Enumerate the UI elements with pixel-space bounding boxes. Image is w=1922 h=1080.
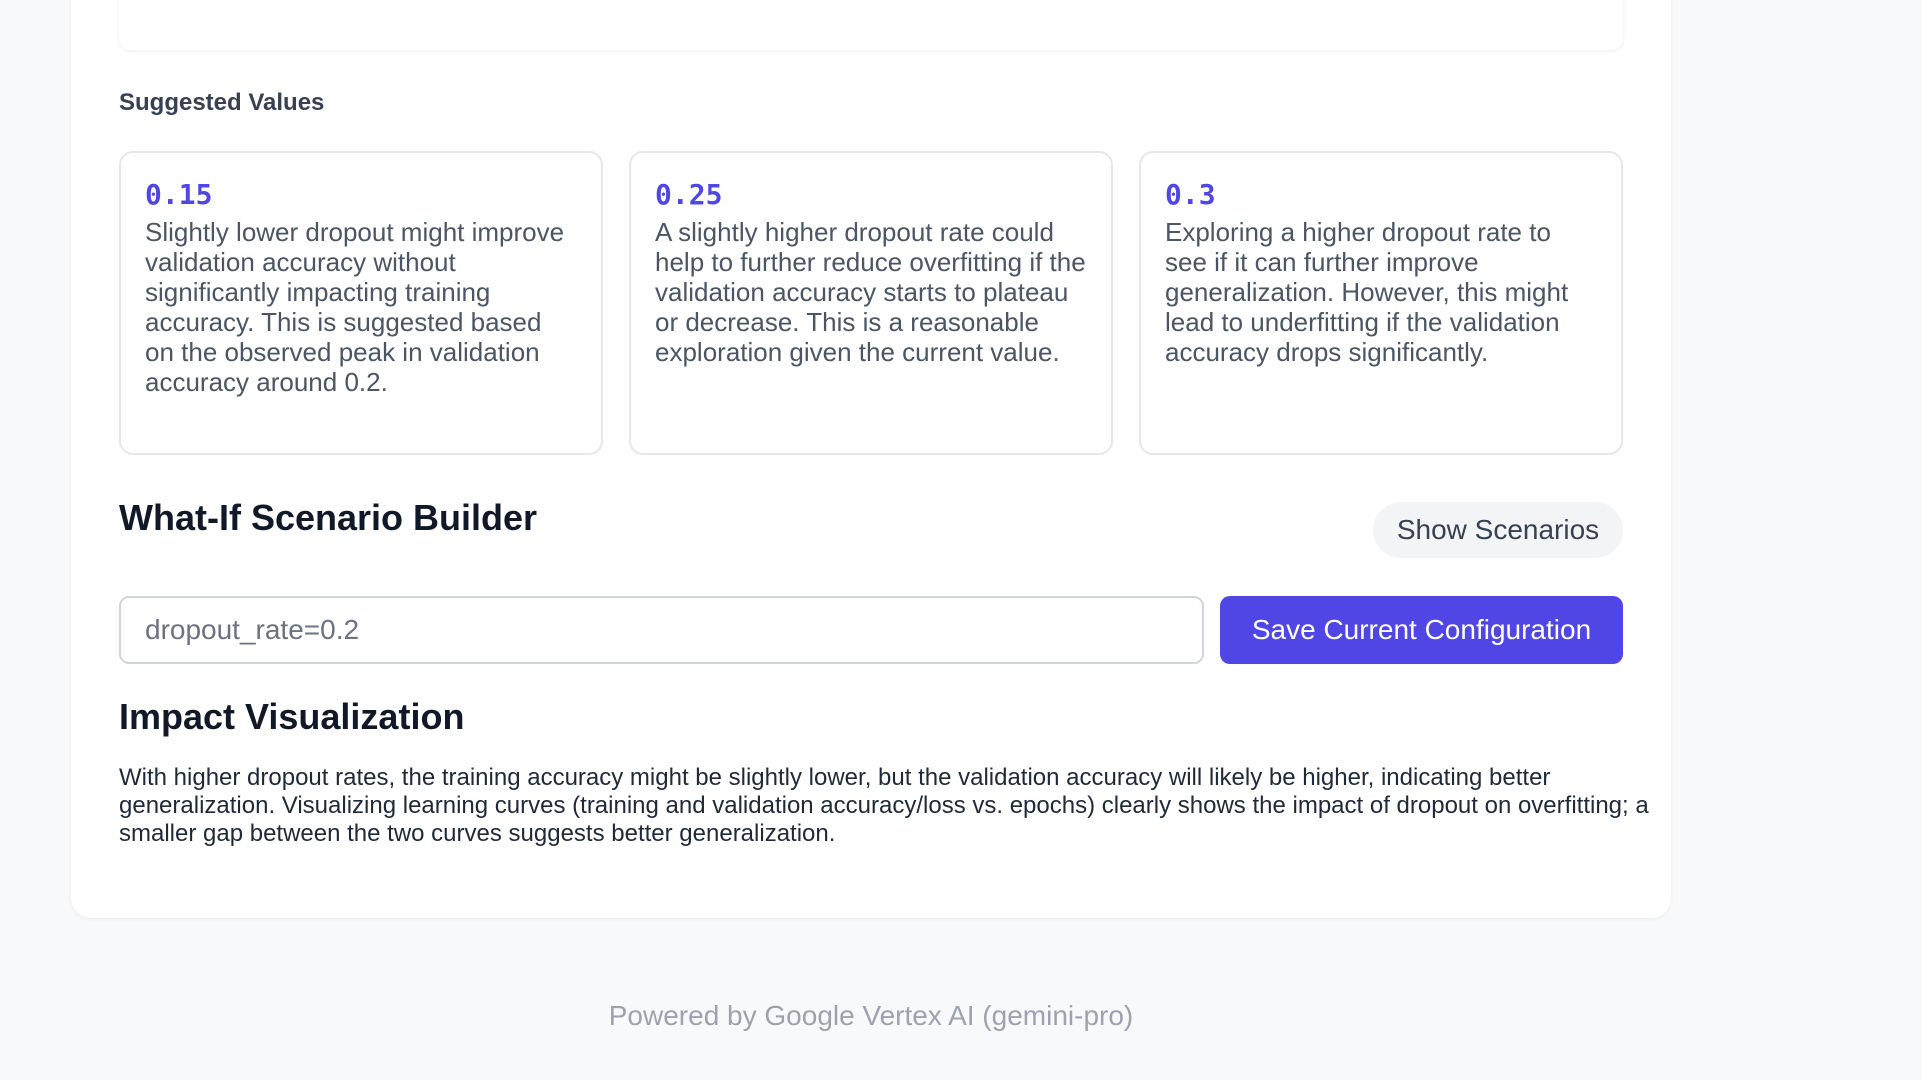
scenario-input[interactable] (119, 596, 1204, 664)
suggestion-description: Slightly lower dropout might improve val… (145, 217, 565, 397)
suggestion-value: 0.3 (1165, 178, 1216, 211)
suggestion-card[interactable]: 0.25 A slightly higher dropout rate coul… (629, 151, 1113, 455)
save-configuration-button[interactable]: Save Current Configuration (1220, 596, 1623, 664)
suggested-values-heading: Suggested Values (119, 89, 325, 116)
scenario-builder-title: What-If Scenario Builder (119, 497, 538, 538)
suggestion-card[interactable]: 0.15 Slightly lower dropout might improv… (119, 151, 603, 455)
suggestion-value: 0.15 (145, 178, 213, 211)
previous-section-panel (119, 0, 1623, 50)
impact-visualization-title: Impact Visualization (119, 696, 465, 737)
suggestion-value: 0.25 (655, 178, 723, 211)
impact-description: With higher dropout rates, the training … (119, 764, 1649, 847)
suggestion-description: Exploring a higher dropout rate to see i… (1165, 217, 1569, 367)
suggestion-card[interactable]: 0.3 Exploring a higher dropout rate to s… (1139, 151, 1623, 455)
footer-text: Powered by Google Vertex AI (gemini-pro) (608, 1000, 1134, 1031)
show-scenarios-button[interactable]: Show Scenarios (1373, 502, 1623, 558)
suggestion-description: A slightly higher dropout rate could hel… (655, 217, 1086, 367)
